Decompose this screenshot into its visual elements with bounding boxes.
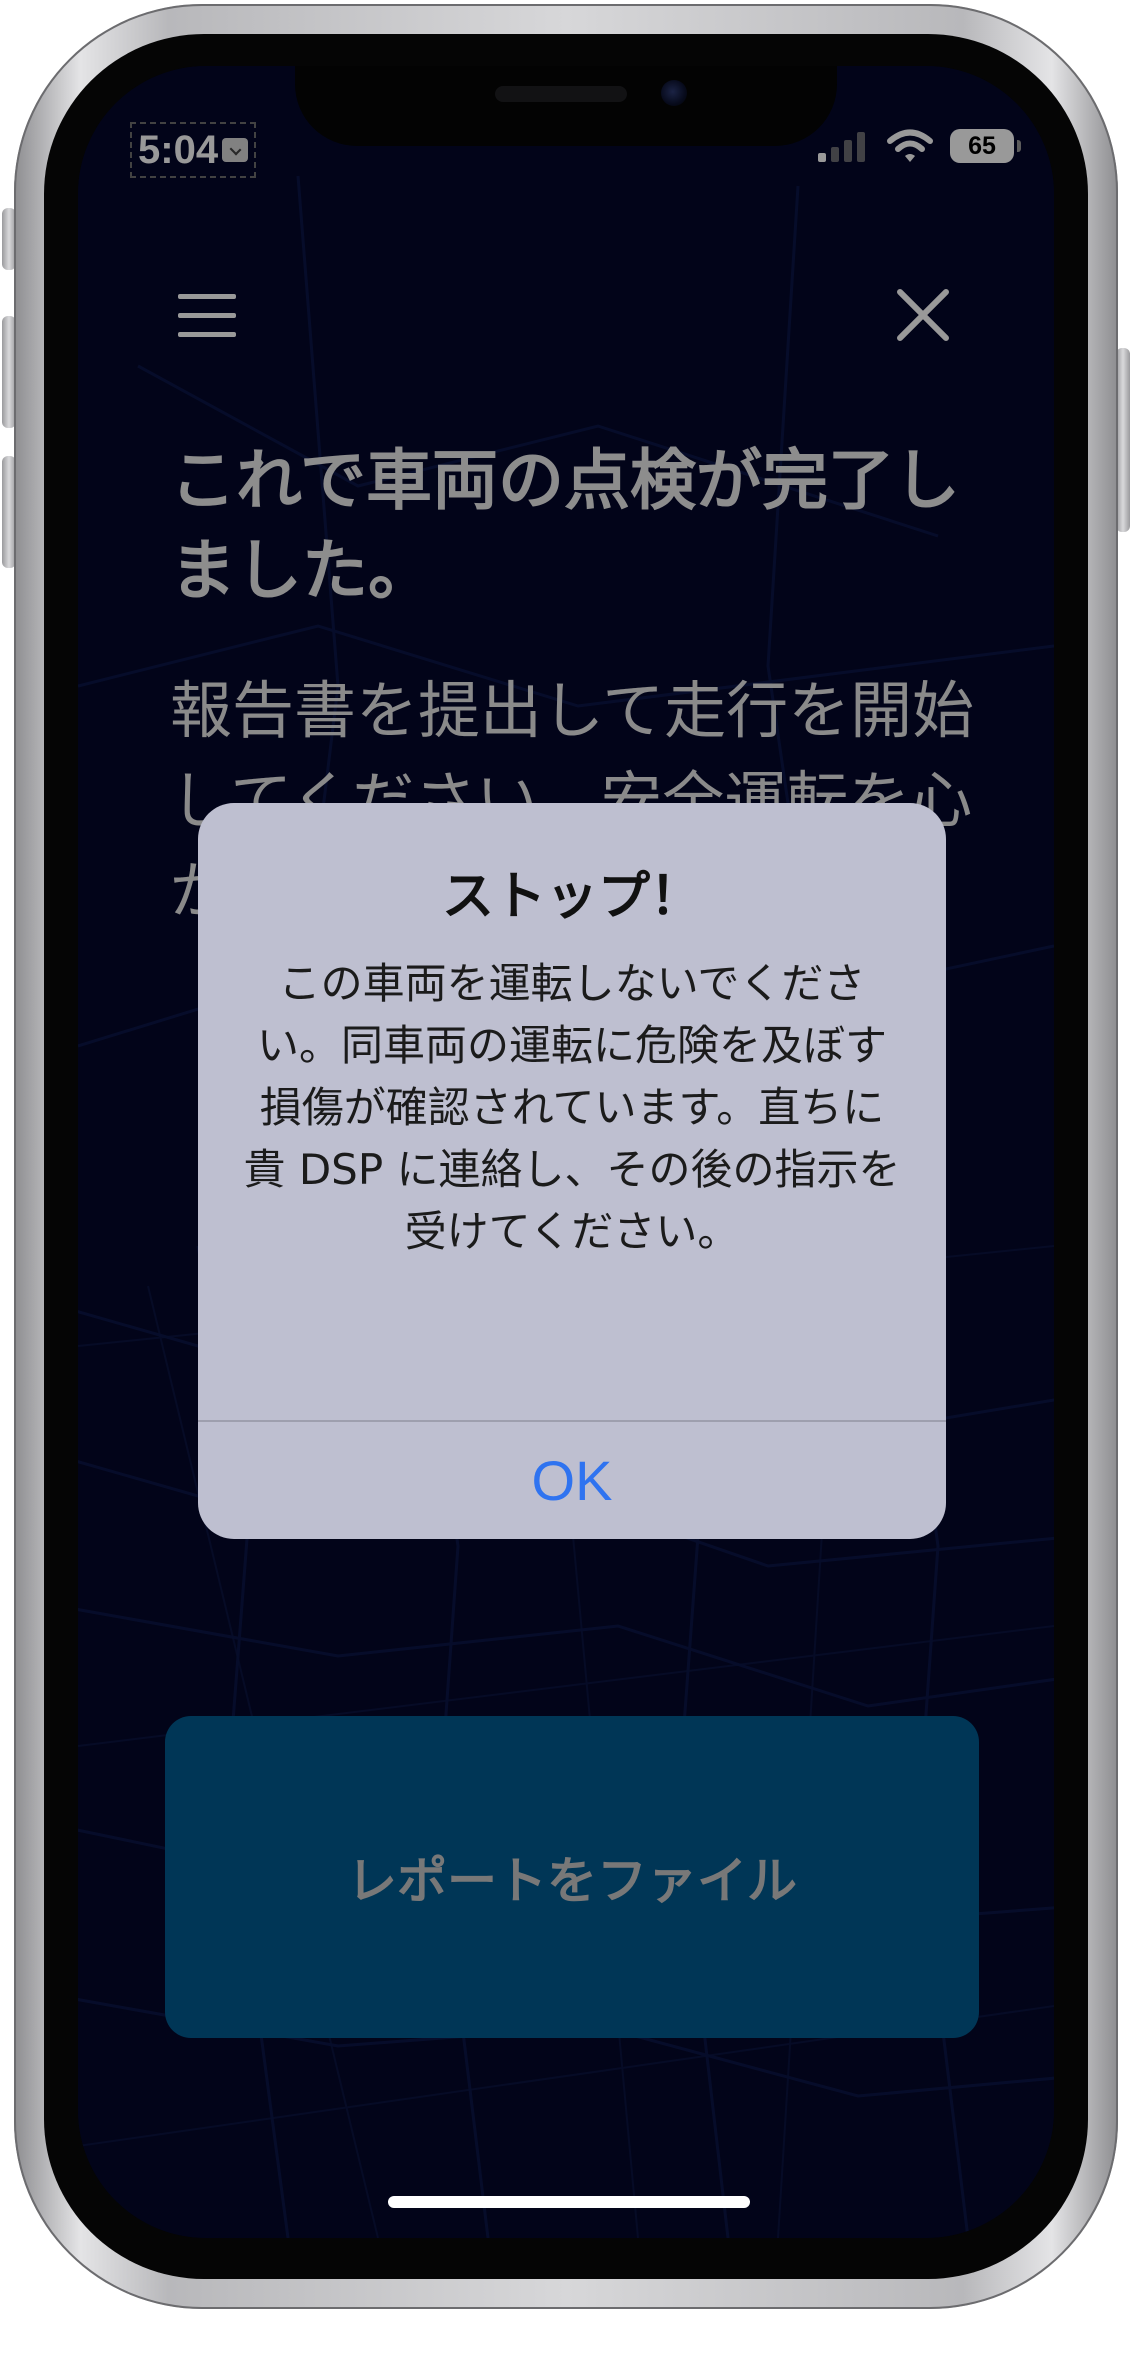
stop-alert-dialog: ストップ！ この車両を運転しないでください。同車両の運転に危険を及ぼす損傷が確認… — [198, 803, 946, 1539]
alert-ok-button[interactable]: OK — [198, 1422, 946, 1539]
device-screenshot: 5:04 65 これで車両の点検が完了しました。 報告書を提出して走行を開始して… — [0, 0, 1132, 2355]
alert-title: ストップ！ — [441, 867, 702, 927]
side-power-button — [1116, 348, 1130, 532]
alert-message: この車両を運転しないでください。同車両の運転に危険を及ぼす損傷が確認されています… — [243, 959, 901, 1256]
home-indicator[interactable] — [388, 2196, 750, 2208]
app-screen: 5:04 65 これで車両の点検が完了しました。 報告書を提出して走行を開始して… — [78, 66, 1054, 2238]
